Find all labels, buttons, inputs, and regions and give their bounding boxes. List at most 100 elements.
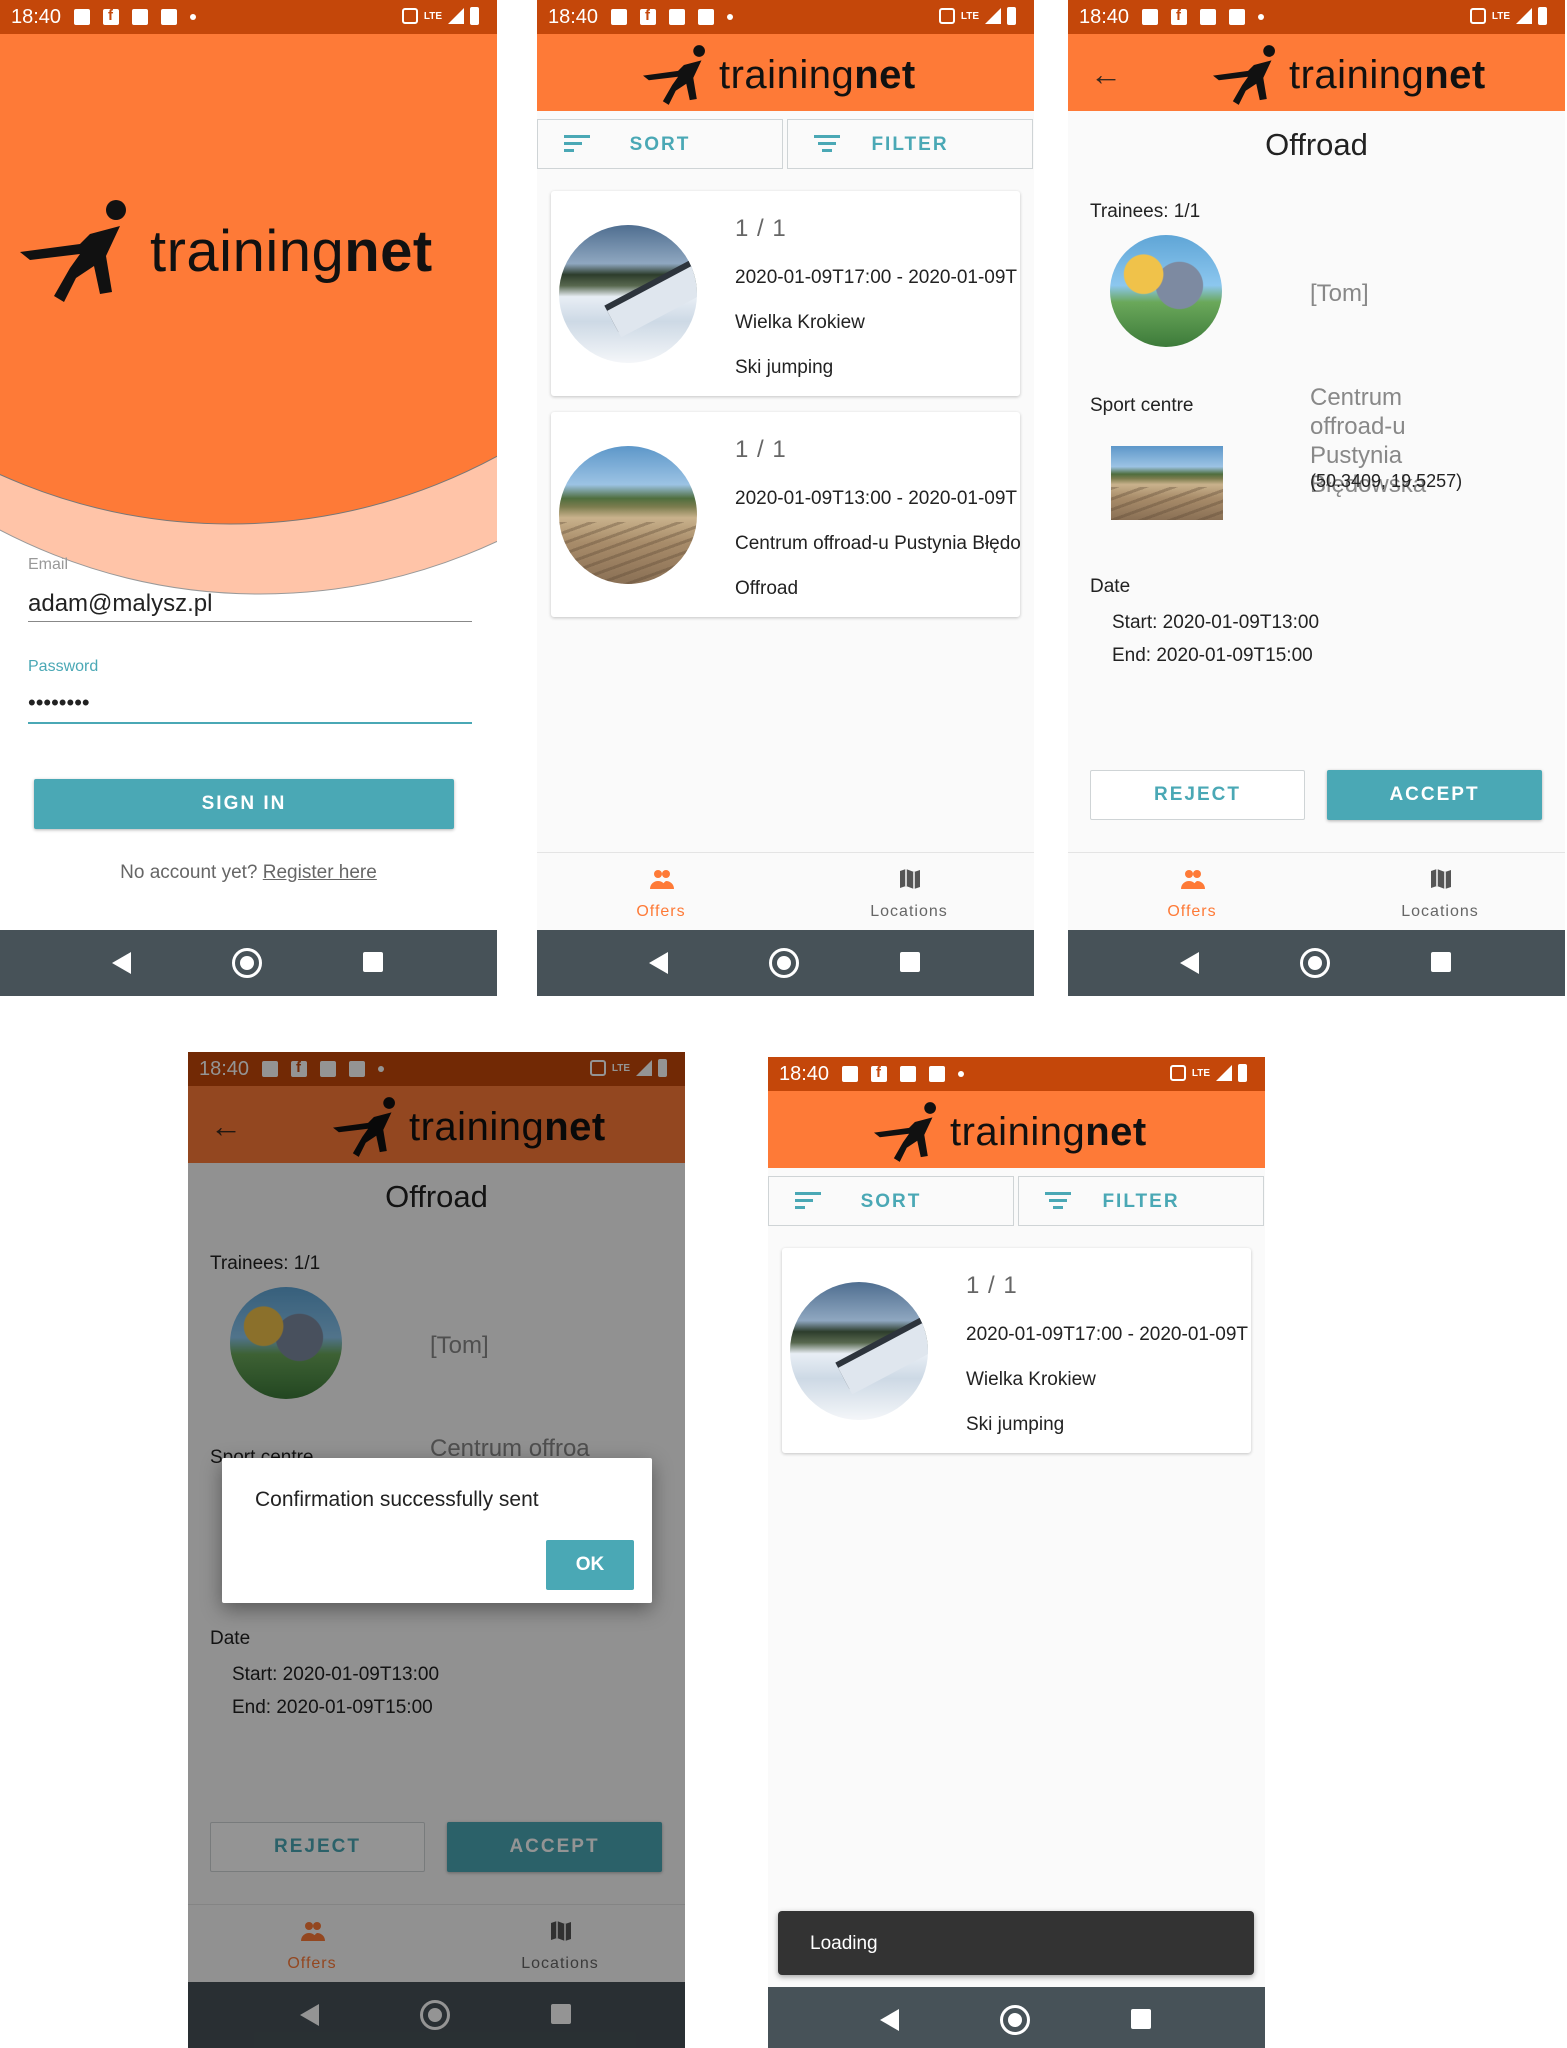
offer-place: Wielka Krokiew <box>735 312 865 333</box>
network-type: LTE <box>960 10 979 22</box>
register-link[interactable]: Register here <box>263 862 377 883</box>
brand-name: trainingnet <box>150 218 433 284</box>
offer-count: 1 / 1 <box>966 1272 1018 1299</box>
nav-recents-icon[interactable] <box>1431 952 1451 972</box>
map-icon <box>900 869 920 889</box>
image-icon <box>74 9 90 25</box>
tab-locations[interactable]: Locations <box>1316 853 1564 931</box>
more-dot-icon <box>1258 14 1264 20</box>
filter-button[interactable]: FILTER <box>1018 1176 1264 1226</box>
nav-recents-icon[interactable] <box>900 952 920 972</box>
dialog-message: Confirmation successfully sent <box>255 1488 539 1511</box>
reject-button[interactable]: REJECT <box>1090 770 1305 820</box>
accept-button[interactable]: ACCEPT <box>1327 770 1542 820</box>
trainees-label: Trainees: 1/1 <box>1090 201 1201 222</box>
sort-filter-bar: SORT FILTER <box>537 119 1034 169</box>
notification-icon <box>669 9 685 25</box>
more-dot-icon <box>190 14 196 20</box>
notification-icons <box>611 7 733 25</box>
trainee-name: [Tom] <box>1310 280 1369 307</box>
offer-card[interactable]: 1 / 1 2020-01-09T13:00 - 2020-01-09T Cen… <box>551 412 1020 617</box>
back-arrow-icon[interactable]: ← <box>1090 56 1122 93</box>
more-dot-icon <box>958 1071 964 1077</box>
ok-button[interactable]: OK <box>546 1540 634 1590</box>
tab-offers[interactable]: Offers <box>1068 853 1316 931</box>
nav-home-icon[interactable] <box>1000 2005 1030 2035</box>
sign-in-button[interactable]: SIGN IN <box>34 779 454 829</box>
login-screen: 18:40 LTE trainingnet Email adam@malysz.… <box>0 0 497 996</box>
vibrate-icon <box>401 8 418 24</box>
password-field[interactable]: •••••••• <box>28 690 90 716</box>
people-icon <box>1181 870 1205 889</box>
battery-icon <box>470 7 479 25</box>
app-bar: ← trainingnet <box>1068 34 1565 111</box>
nav-back-icon[interactable] <box>649 952 668 974</box>
email-field[interactable]: adam@malysz.pl <box>28 590 212 618</box>
network-type: LTE <box>1491 10 1510 22</box>
end-date: End: 2020-01-09T15:00 <box>1112 645 1313 666</box>
more-dot-icon <box>727 14 733 20</box>
app-logo: trainingnet <box>643 42 916 108</box>
offer-detail-screen: 18:40 LTE ← trainingnet Offroad Trainees… <box>1068 0 1565 996</box>
system-nav-bar <box>0 930 497 996</box>
status-bar: 18:40 LTE <box>768 1057 1265 1091</box>
tab-locations-label: Locations <box>1401 903 1479 920</box>
login-header-shape <box>0 34 497 595</box>
tab-locations[interactable]: Locations <box>785 853 1033 931</box>
app-logo: trainingnet <box>1213 42 1486 108</box>
sort-button[interactable]: SORT <box>768 1176 1014 1226</box>
app-bar: trainingnet <box>768 1091 1265 1168</box>
offer-card[interactable]: 1 / 1 2020-01-09T17:00 - 2020-01-09T Wie… <box>551 191 1020 396</box>
status-time: 18:40 <box>11 6 62 28</box>
runner-logo-icon <box>20 200 126 302</box>
vibrate-icon <box>1169 1065 1186 1081</box>
filter-label: FILTER <box>871 134 949 155</box>
sort-button[interactable]: SORT <box>537 119 783 169</box>
nav-home-icon[interactable] <box>232 948 262 978</box>
start-date: Start: 2020-01-09T13:00 <box>1112 612 1320 633</box>
sort-label: SORT <box>629 134 691 155</box>
offer-count: 1 / 1 <box>735 215 787 242</box>
filter-button[interactable]: FILTER <box>787 119 1033 169</box>
nav-recents-icon[interactable] <box>363 952 383 972</box>
nav-home-icon[interactable] <box>1300 948 1330 978</box>
ski-jump-photo <box>790 1282 928 1420</box>
status-bar: 18:40 LTE <box>0 0 497 34</box>
offer-time: 2020-01-09T17:00 - 2020-01-09T <box>966 1324 1249 1345</box>
image-icon <box>1142 9 1158 25</box>
loading-list-screen: 18:40 LTE trainingnet SORT FILTER 1 / 1 … <box>768 1057 1265 2048</box>
system-nav-bar <box>768 1987 1265 2048</box>
nav-recents-icon[interactable] <box>1131 2009 1151 2029</box>
facebook-icon <box>640 7 656 25</box>
tab-offers-label: Offers <box>1167 903 1217 920</box>
nav-back-icon[interactable] <box>880 2009 899 2031</box>
nav-back-icon[interactable] <box>1180 952 1199 974</box>
system-nav-bar <box>1068 930 1565 996</box>
offer-count: 1 / 1 <box>735 436 787 463</box>
nav-home-icon[interactable] <box>769 948 799 978</box>
tab-offers[interactable]: Offers <box>537 853 785 931</box>
offers-list-screen: 18:40 LTE trainingnet SORT FILTER 1 / 1 … <box>537 0 1034 996</box>
bottom-tab-bar: Offers Locations <box>1068 852 1565 930</box>
offer-card[interactable]: 1 / 1 2020-01-09T17:00 - 2020-01-09T Wie… <box>782 1248 1251 1453</box>
toast-message: Loading <box>810 1933 878 1954</box>
status-bar: 18:40 LTE <box>1068 0 1565 34</box>
brand-name: trainingnet <box>719 52 916 97</box>
sort-label: SORT <box>860 1191 922 1212</box>
offer-time: 2020-01-09T17:00 - 2020-01-09T <box>735 267 1018 288</box>
map-icon <box>1431 869 1451 889</box>
battery-icon <box>1538 7 1547 25</box>
offer-sport: Ski jumping <box>966 1414 1065 1435</box>
confirmation-dialog-screen: 18:40 LTE ← trainingnet Offroad Trainees… <box>188 1052 685 2048</box>
offer-time: 2020-01-09T13:00 - 2020-01-09T <box>735 488 1018 509</box>
offer-sport: Ski jumping <box>735 357 834 378</box>
notification-icon <box>698 9 714 25</box>
date-label: Date <box>1090 576 1131 597</box>
image-icon <box>842 1066 858 1082</box>
nav-back-icon[interactable] <box>112 952 131 974</box>
email-label: Email <box>28 556 69 573</box>
facebook-icon <box>871 1064 887 1082</box>
loading-toast: Loading <box>778 1911 1254 1975</box>
system-icons: LTE <box>938 7 1016 25</box>
centre-coords: (50.3409, 19.5257) <box>1310 471 1463 491</box>
